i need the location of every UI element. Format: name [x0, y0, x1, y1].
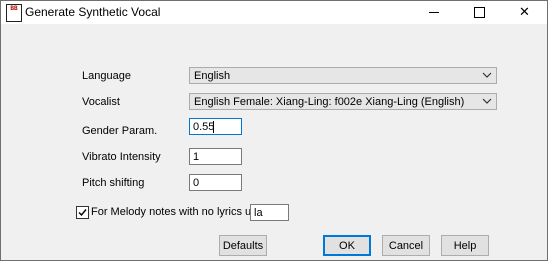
melody-lyrics-value: la [254, 207, 263, 219]
vocalist-value: English Female: Xiang-Ling: f002e Xiang-… [194, 96, 465, 108]
close-icon: ✕ [519, 5, 530, 20]
pitch-shifting-label: Pitch shifting [82, 177, 145, 189]
close-button[interactable]: ✕ [502, 1, 547, 24]
cancel-button[interactable]: Cancel [382, 235, 430, 256]
vocalist-select[interactable]: English Female: Xiang-Ling: f002e Xiang-… [189, 93, 497, 110]
help-button[interactable]: Help [441, 235, 489, 256]
defaults-button[interactable]: Defaults [219, 235, 267, 256]
dialog-window: BB Generate Synthetic Vocal ✕ Language E… [0, 0, 548, 261]
app-icon[interactable]: BB [6, 4, 22, 22]
vibrato-intensity-label: Vibrato Intensity [82, 151, 161, 163]
maximize-button[interactable] [457, 1, 502, 24]
vibrato-intensity-value: 1 [193, 151, 200, 163]
pitch-shifting-value: 0 [193, 177, 200, 189]
chevron-down-icon [482, 72, 492, 78]
gender-param-input[interactable]: 0.55 [189, 118, 242, 135]
text-caret [213, 121, 214, 133]
melody-lyrics-checkbox[interactable] [76, 206, 89, 219]
chevron-down-icon [482, 98, 492, 104]
language-select[interactable]: English [189, 67, 497, 84]
ok-button[interactable]: OK [323, 235, 371, 256]
maximize-icon [474, 7, 485, 18]
minimize-icon [428, 12, 439, 13]
vocalist-label: Vocalist [82, 96, 120, 108]
melody-lyrics-label[interactable]: For Melody notes with no lyrics use: [91, 206, 266, 218]
window-title: Generate Synthetic Vocal [25, 5, 161, 19]
vibrato-intensity-input[interactable]: 1 [189, 148, 242, 165]
melody-lyrics-input[interactable]: la [250, 204, 289, 221]
checkmark-icon [78, 209, 87, 217]
language-label: Language [82, 70, 131, 82]
minimize-button[interactable] [411, 1, 456, 24]
gender-param-value: 0.55 [193, 121, 215, 133]
pitch-shifting-input[interactable]: 0 [189, 174, 242, 191]
gender-param-label: Gender Param. [82, 125, 158, 137]
language-value: English [194, 70, 231, 82]
title-bar[interactable]: BB Generate Synthetic Vocal ✕ [1, 1, 547, 24]
